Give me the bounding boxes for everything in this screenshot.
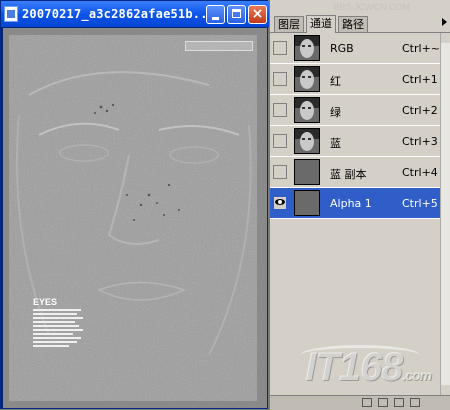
high-pass-face-image: EYES xyxy=(9,35,257,401)
channel-thumbnail xyxy=(294,159,320,185)
maximize-icon xyxy=(232,9,241,18)
visibility-toggle[interactable] xyxy=(273,41,287,55)
scroll-up-arrow-icon[interactable] xyxy=(441,33,450,43)
panel-tabs: 图层 通道 路径 xyxy=(270,15,450,33)
photoshop-document-icon xyxy=(4,6,18,22)
image-caption-title: EYES xyxy=(33,297,58,307)
delete-channel-icon[interactable] xyxy=(410,398,420,407)
channel-row-blue-copy[interactable]: 蓝 副本 Ctrl+4 xyxy=(270,157,440,188)
panel-menu-arrow-icon[interactable] xyxy=(442,18,447,26)
close-icon: × xyxy=(251,6,264,22)
channel-row-rgb[interactable]: RGB Ctrl+~ xyxy=(270,33,440,64)
document-window: 20070217_a3c2862afae51b... × EYES xyxy=(0,0,269,409)
channel-shortcut: Ctrl+3 xyxy=(402,135,438,148)
channel-shortcut: Ctrl+5 xyxy=(402,197,438,210)
panel-bottom-toolbar xyxy=(270,395,450,410)
channel-shortcut: Ctrl+~ xyxy=(402,42,441,55)
channel-name: 绿 xyxy=(330,106,341,119)
tab-paths[interactable]: 路径 xyxy=(338,16,368,32)
maximize-button[interactable] xyxy=(227,5,246,24)
tab-channels[interactable]: 通道 xyxy=(306,15,336,33)
channel-shortcut: Ctrl+1 xyxy=(402,73,438,86)
image-header-badge xyxy=(185,41,253,51)
minimize-button[interactable] xyxy=(206,5,225,24)
channel-row-blue[interactable]: 蓝 Ctrl+3 xyxy=(270,126,440,157)
channel-list-scrollbar[interactable] xyxy=(440,33,450,395)
scroll-down-arrow-icon[interactable] xyxy=(441,385,450,395)
visibility-toggle[interactable] xyxy=(273,72,287,86)
it168-logo: IT168.com xyxy=(305,345,432,389)
channel-list: RGB Ctrl+~ 红 Ctrl+1 绿 Ctrl+2 蓝 Ctrl+3 蓝 … xyxy=(270,33,440,219)
load-selection-icon[interactable] xyxy=(362,398,372,407)
channel-thumbnail xyxy=(294,128,320,154)
document-title: 20070217_a3c2862afae51b... xyxy=(22,7,216,21)
document-titlebar[interactable]: 20070217_a3c2862afae51b... × xyxy=(1,1,269,27)
channel-name: 蓝 xyxy=(330,137,341,150)
image-caption-text xyxy=(33,309,85,349)
save-selection-icon[interactable] xyxy=(378,398,388,407)
visibility-toggle[interactable] xyxy=(273,134,287,148)
minimize-icon xyxy=(212,17,219,20)
channel-thumbnail xyxy=(294,190,320,216)
visibility-toggle[interactable] xyxy=(273,196,287,210)
document-canvas-area[interactable]: EYES xyxy=(3,28,267,408)
close-button[interactable]: × xyxy=(248,5,267,24)
channel-thumbnail xyxy=(294,97,320,123)
channel-name: 红 xyxy=(330,75,341,88)
channel-row-green[interactable]: 绿 Ctrl+2 xyxy=(270,95,440,126)
channel-thumbnail xyxy=(294,35,320,61)
channel-shortcut: Ctrl+4 xyxy=(402,166,438,179)
channel-name: 蓝 副本 xyxy=(330,168,367,181)
visibility-toggle[interactable] xyxy=(273,165,287,179)
channel-shortcut: Ctrl+2 xyxy=(402,104,438,117)
tab-layers[interactable]: 图层 xyxy=(274,16,304,32)
channel-row-alpha-1[interactable]: Alpha 1 Ctrl+5 xyxy=(270,188,440,219)
channel-name: RGB xyxy=(330,42,354,55)
channel-name: Alpha 1 xyxy=(330,197,372,210)
visibility-toggle[interactable] xyxy=(273,103,287,117)
eye-icon xyxy=(275,199,285,205)
channel-row-red[interactable]: 红 Ctrl+1 xyxy=(270,64,440,95)
channel-thumbnail xyxy=(294,66,320,92)
new-channel-icon[interactable] xyxy=(394,398,404,407)
site-watermark: BBS.JCWCN.COM xyxy=(333,2,411,12)
